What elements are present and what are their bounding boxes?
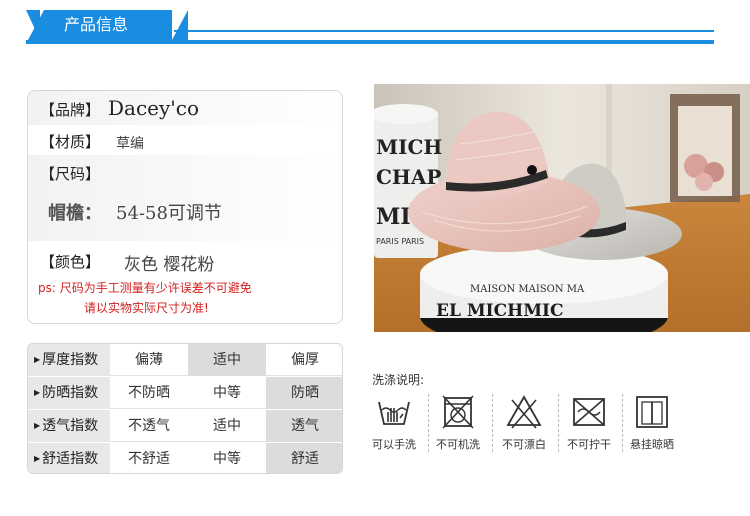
index-label: ▶ 防晒指数 [28, 377, 110, 409]
color-row: 【颜色】 灰色 樱花粉 [28, 241, 342, 277]
no-wring-icon [573, 398, 605, 426]
index-label: ▶ 厚度指数 [28, 344, 110, 376]
no-machine-wash-icon [442, 395, 474, 429]
header-divider-thin [174, 30, 714, 32]
brim-value: 54-58可调节 [116, 203, 222, 224]
section-title: 产品信息 [64, 15, 129, 34]
product-photo: MICH CHAP MIC PARIS PARIS EL MICHMIC MAI… [374, 84, 750, 332]
index-row: ▶ 厚度指数 偏薄 适中 偏厚 [28, 344, 342, 376]
arrow-right-icon: ▶ [34, 454, 41, 463]
wash-label: 不可漂白 [502, 438, 546, 451]
svg-text:MICH: MICH [376, 135, 442, 159]
material-value: 草编 [116, 136, 144, 152]
svg-text:EL MICHMIC: EL MICHMIC [436, 301, 564, 321]
wash-label: 悬挂晾晒 [630, 438, 674, 451]
index-label: ▶ 透气指数 [28, 410, 110, 442]
wash-label: 可以手洗 [372, 438, 416, 451]
size-label: 【尺码】 [40, 165, 101, 183]
index-option: 不舒适 [128, 451, 170, 467]
wash-item: 不可拧干 [561, 394, 617, 454]
brand-value: Dacey'co [108, 96, 200, 120]
brand-label: 【品牌】 [40, 101, 101, 119]
brim-label: 帽檐： [48, 203, 102, 224]
index-row: ▶ 防晒指数 不防晒 中等 防晒 [28, 377, 342, 409]
arrow-right-icon: ▶ [34, 355, 41, 364]
index-row: ▶ 透气指数 不透气 适中 透气 [28, 410, 342, 442]
arrow-right-icon: ▶ [34, 388, 41, 397]
index-option: 适中 [188, 344, 266, 376]
index-option: 舒适 [266, 443, 342, 473]
no-bleach-icon [506, 395, 542, 429]
color-value: 灰色 樱花粉 [124, 255, 215, 275]
index-option: 偏厚 [291, 352, 319, 368]
index-row: ▶ 舒适指数 不舒适 中等 舒适 [28, 443, 342, 473]
index-option: 防晒 [266, 377, 342, 409]
index-option: 中等 [213, 451, 241, 467]
product-info-panel: 【品牌】 Dacey'co 【材质】 草编 【尺码】 帽檐： 54-58可调节 … [27, 90, 343, 324]
svg-text:MAISON MAISON MA: MAISON MAISON MA [470, 284, 585, 295]
wash-label: 不可机洗 [436, 438, 480, 451]
svg-text:PARIS PARIS: PARIS PARIS [376, 237, 424, 246]
hat-photo-illustration: MICH CHAP MIC PARIS PARIS EL MICHMIC MAI… [374, 84, 750, 332]
size-note-line1: ps: 尺码为手工测量有少许误差不可避免 [38, 281, 252, 295]
index-option: 透气 [266, 410, 342, 442]
wash-item: 悬挂晾晒 [624, 394, 680, 454]
arrow-right-icon: ▶ [34, 421, 41, 430]
index-option: 偏薄 [135, 352, 163, 368]
wash-item: 可以手洗 [366, 394, 422, 454]
hand-wash-icon [378, 401, 410, 425]
index-option: 不防晒 [128, 385, 170, 401]
size-note-line2: 请以实物实际尺寸为准! [84, 301, 209, 315]
wash-label: 不可拧干 [567, 438, 611, 451]
index-option: 不透气 [128, 418, 170, 434]
material-label: 【材质】 [40, 133, 101, 151]
wash-title: 洗涤说明: [372, 373, 425, 387]
line-dry-icon [636, 396, 668, 428]
color-label: 【颜色】 [40, 253, 101, 271]
index-option: 适中 [213, 418, 241, 434]
svg-text:CHAP: CHAP [376, 165, 441, 189]
index-option: 中等 [213, 385, 241, 401]
product-index-table: ▶ 厚度指数 偏薄 适中 偏厚 ▶ 防晒指数 不防晒 中等 防晒 ▶ 透气指数 不透气… [27, 343, 343, 474]
material-row: 【材质】 草编 [28, 125, 342, 155]
size-row: 【尺码】 帽檐： 54-58可调节 [28, 155, 342, 241]
section-title-tab: 产品信息 [28, 10, 188, 40]
header-divider-thick [26, 40, 714, 44]
wash-item: 不可漂白 [496, 394, 552, 454]
wash-item: 不可机洗 [430, 394, 486, 454]
index-label: ▶ 舒适指数 [28, 443, 110, 473]
brand-row: 【品牌】 Dacey'co [28, 91, 342, 125]
